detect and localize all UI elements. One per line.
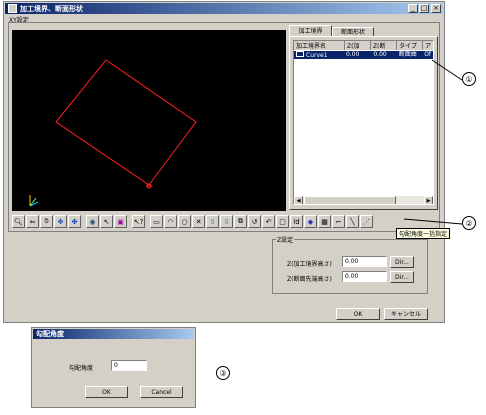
column-header-extra[interactable]: ア <box>423 41 433 50</box>
canvas-drawing <box>29 59 197 207</box>
dialog-field-label: 勾配角度 <box>69 365 94 372</box>
cell-name: Curve1 <box>294 51 342 59</box>
cell-extra: Of <box>424 51 432 58</box>
toolbar: 🔍︎ ⇐ ✋︎ ✥ ✤ ◉ ↖ ▣ ↖? ▭ ◠ ○ ✕ ⇧ ⇩ ⧉ ↺ ↶ ▢… <box>12 215 408 228</box>
cell-type: 断面曲 <box>398 51 417 58</box>
move-icon[interactable]: ✥ <box>54 215 67 228</box>
arc-icon[interactable]: ◠ <box>164 215 177 228</box>
column-header-z-boundary[interactable]: Z(加 <box>345 41 371 50</box>
boundary-shape <box>55 59 197 186</box>
rotate-view-icon[interactable]: ✤ <box>68 215 81 228</box>
callout-2: ② <box>462 216 476 230</box>
circle-icon[interactable]: ○ <box>178 215 191 228</box>
dialog-ok-button[interactable]: OK <box>85 386 128 398</box>
z-boundary-label: Z(加工境界高さ) <box>287 261 332 268</box>
column-header-z-section[interactable]: Z(断 <box>371 41 397 50</box>
callout-3: ③ <box>216 366 230 380</box>
dimension-icon[interactable]: ld <box>290 215 303 228</box>
z-section-input[interactable]: 0.00 <box>342 271 387 282</box>
z-section-label: Z(断面先端高さ) <box>287 276 332 283</box>
solid-icon[interactable]: ◆ <box>304 215 317 228</box>
main-title-bar: 加工境界、断面形状 <box>5 3 443 14</box>
undo-icon[interactable]: ↶ <box>262 215 275 228</box>
z-boundary-input[interactable]: 0.00 <box>342 256 387 267</box>
dialog-cancel-button[interactable]: Cancel <box>140 386 183 398</box>
horizontal-scrollbar[interactable]: ◀ ▶ <box>294 196 433 204</box>
list-header: 加工境界名 Z(加 Z(断 タイプ ア <box>294 41 433 50</box>
tab-boundary-label: 加工境界 <box>298 28 323 35</box>
pan-hand-icon[interactable]: ✋︎ <box>40 215 53 228</box>
z-boundary-dir-button[interactable]: Dir... <box>390 256 414 268</box>
shade-view-icon[interactable]: ◉ <box>86 215 99 228</box>
boundary-list[interactable]: 加工境界名 Z(加 Z(断 タイプ ア Curve1 0.00 0.00 断面曲… <box>293 40 434 205</box>
frame-icon[interactable]: ▢ <box>276 215 289 228</box>
z-group-label: Z設定 <box>276 235 295 244</box>
arrow-down-icon[interactable]: ⇩ <box>220 215 233 228</box>
tooltip-text: 勾配角度一括指定 <box>399 231 448 238</box>
line-icon[interactable]: ╲ <box>346 215 359 228</box>
reverse-icon[interactable]: ↺ <box>248 215 261 228</box>
app-icon <box>8 4 17 13</box>
dialog-title: 勾配角度 <box>36 330 64 338</box>
delete-icon[interactable]: ✕ <box>192 215 205 228</box>
column-header-name[interactable]: 加工境界名 <box>294 41 345 50</box>
select-box-icon[interactable]: ▣ <box>114 215 127 228</box>
batch-slope-icon[interactable]: ⋰ <box>360 215 373 228</box>
zoom-icon[interactable]: 🔍︎ <box>12 215 25 228</box>
main-window: 加工境界、断面形状 _ □ × XY設定 加工境界 断面形状 加工境界名 Z(加… <box>3 1 451 323</box>
grid-icon[interactable]: ▦ <box>318 215 331 228</box>
slope-icon[interactable]: ⌐ <box>332 215 345 228</box>
tooltip: 勾配角度一括指定 <box>396 228 451 239</box>
scroll-left-button[interactable]: ◀ <box>294 196 303 204</box>
select-arrow-icon[interactable]: ↖ <box>100 215 113 228</box>
arrow-up-icon[interactable]: ⇧ <box>206 215 219 228</box>
scroll-thumb[interactable] <box>304 196 396 204</box>
rectangle-icon[interactable]: ▭ <box>150 215 163 228</box>
close-button[interactable]: × <box>431 4 441 13</box>
axis-icon <box>29 195 39 207</box>
column-header-type[interactable]: タイプ <box>397 41 423 50</box>
cell-name-text: Curve1 <box>306 52 328 59</box>
tab-section-label: 断面形状 <box>340 29 365 36</box>
slope-angle-dialog: 勾配角度 勾配角度 0 OK Cancel <box>31 327 196 408</box>
cancel-button[interactable]: キャンセル <box>384 308 428 320</box>
slope-angle-input[interactable]: 0 <box>111 360 147 371</box>
zoom-out-icon[interactable]: ⇐ <box>26 215 39 228</box>
ok-button[interactable]: OK <box>336 308 380 320</box>
query-icon[interactable]: ↖? <box>132 215 145 228</box>
view-canvas[interactable] <box>12 30 286 211</box>
curve-icon <box>296 51 304 57</box>
cell-z-section: 0.00 <box>373 51 387 58</box>
minimize-button[interactable]: _ <box>408 4 418 13</box>
callout-1: ① <box>462 72 476 86</box>
table-row[interactable]: Curve1 0.00 0.00 断面曲 Of <box>294 51 433 59</box>
z-section-dir-button[interactable]: Dir... <box>390 271 414 283</box>
maximize-button[interactable]: □ <box>419 4 429 13</box>
scroll-right-button[interactable]: ▶ <box>424 196 433 204</box>
dialog-title-bar: 勾配角度 <box>33 329 194 339</box>
copy-icon[interactable]: ⧉ <box>234 215 247 228</box>
window-title: 加工境界、断面形状 <box>20 4 83 13</box>
cell-z-boundary: 0.00 <box>345 51 360 58</box>
